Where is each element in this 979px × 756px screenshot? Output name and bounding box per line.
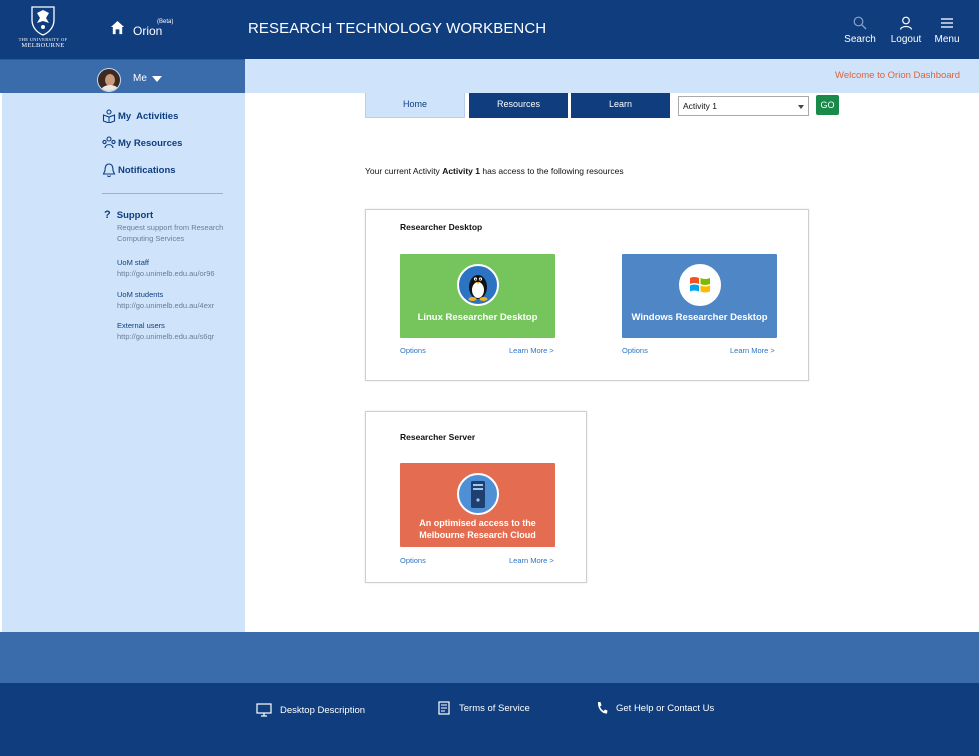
support-link-url[interactable]: http://go.unimelb.edu.au/4exr <box>117 301 214 310</box>
avatar[interactable] <box>97 68 121 92</box>
home-icon <box>110 20 125 35</box>
tile-label-line1: An optimised access to the <box>419 518 536 528</box>
user-bar <box>0 59 245 93</box>
logout-label: Logout <box>890 34 922 45</box>
document-icon <box>438 701 450 715</box>
linux-learn-more-link[interactable]: Learn More > <box>509 346 554 355</box>
beta-badge: (Beta) <box>157 19 174 25</box>
home-link[interactable] <box>110 20 125 35</box>
footer-band <box>0 632 979 683</box>
logo-text-line2: MELBOURNE <box>21 42 65 49</box>
resources-icon <box>102 136 116 149</box>
bell-icon <box>102 163 116 178</box>
support-title: Support <box>116 209 154 221</box>
tab-resources[interactable]: Resources <box>469 93 568 118</box>
activity-select-value: Activity 1 <box>683 101 718 111</box>
linux-tux-icon <box>457 264 499 306</box>
footer-terms-of-service[interactable]: Terms of Service <box>437 701 530 715</box>
footer-link-label: Terms of Service <box>459 702 530 714</box>
sidebar-item-resources[interactable]: My Resources <box>102 136 182 150</box>
university-logo[interactable]: THE UNIVERSITY OF MELBOURNE <box>18 6 68 52</box>
footer-desktop-description[interactable]: Desktop Description <box>256 703 365 717</box>
activity-summary-suffix: has access to the following resources <box>482 166 624 176</box>
server-icon <box>457 473 499 515</box>
user-name[interactable]: Me <box>133 73 147 84</box>
user-icon <box>899 16 913 30</box>
windows-desktop-tile[interactable]: Windows Researcher Desktop <box>622 254 777 338</box>
windows-learn-more-link[interactable]: Learn More > <box>730 346 775 355</box>
monitor-icon <box>256 703 272 717</box>
footer-link-label: Desktop Description <box>280 704 366 716</box>
crest-icon <box>31 6 55 36</box>
sidebar-divider <box>102 193 223 194</box>
tile-label: Windows Researcher Desktop <box>631 312 768 323</box>
menu-label: Menu <box>934 34 960 45</box>
windows-options-link[interactable]: Options <box>622 346 648 355</box>
support-description: Request support from Research Computing … <box>117 223 224 243</box>
search-button[interactable]: Search <box>835 16 885 45</box>
footer-link-label: Get Help or Contact Us <box>616 702 715 714</box>
support-link-url[interactable]: http://go.unimelb.edu.au/or96 <box>117 269 215 278</box>
sidebar-item-label: My Resources <box>118 137 183 149</box>
cloud-options-link[interactable]: Options <box>400 556 426 565</box>
hamburger-icon <box>941 18 953 28</box>
menu-button[interactable]: Menu <box>922 16 972 45</box>
research-cloud-tile[interactable]: An optimised access to the Melbourne Res… <box>400 463 555 547</box>
activity-select[interactable]: Activity 1 <box>678 96 809 116</box>
footer-contact[interactable]: Get Help or Contact Us <box>596 701 714 715</box>
support-link-label: External users <box>117 321 165 330</box>
search-label: Search <box>844 34 876 45</box>
activity-summary-name: Activity 1 <box>442 166 480 176</box>
support-link-url[interactable]: http://go.unimelb.edu.au/s6qr <box>117 332 214 341</box>
tile-label: Linux Researcher Desktop <box>417 312 538 323</box>
chevron-down-icon[interactable] <box>152 76 162 82</box>
brand-name[interactable]: Orion <box>133 24 162 38</box>
tile-label-line2: Melbourne Research Cloud <box>419 530 536 540</box>
phone-icon <box>597 702 608 714</box>
sidebar-item-notifications[interactable]: Notifications <box>102 163 176 178</box>
windows-logo-icon <box>679 264 721 306</box>
tab-home[interactable]: Home <box>365 93 465 118</box>
linux-desktop-tile[interactable]: Linux Researcher Desktop <box>400 254 555 338</box>
sidebar-item-label: My Activities <box>118 110 179 122</box>
activity-summary-prefix: Your current Activity <box>365 166 440 176</box>
welcome-message: Welcome to Orion Dashboard <box>835 70 960 81</box>
panel-title: Researcher Server <box>400 432 476 442</box>
activities-icon <box>102 109 116 123</box>
linux-options-link[interactable]: Options <box>400 346 426 355</box>
chevron-down-icon <box>798 105 804 109</box>
activity-summary: Your current Activity Activity 1 has acc… <box>365 166 624 176</box>
search-icon <box>853 16 867 30</box>
cloud-learn-more-link[interactable]: Learn More > <box>509 556 554 565</box>
tab-learn[interactable]: Learn <box>571 93 670 118</box>
sidebar-item-label: Notifications <box>118 165 176 176</box>
footer: Desktop Description Terms of Service Get… <box>0 683 979 756</box>
question-icon: ? <box>104 209 111 221</box>
sidebar-item-activities[interactable]: My Activities <box>102 109 178 123</box>
support-link-label: UoM students <box>117 290 164 299</box>
support-link-label: UoM staff <box>117 258 149 267</box>
go-button[interactable]: GO <box>816 95 839 115</box>
support-heading[interactable]: ? Support <box>104 209 153 221</box>
top-header: THE UNIVERSITY OF MELBOURNE Orion (Beta)… <box>0 0 979 59</box>
panel-title: Researcher Desktop <box>400 222 483 232</box>
page-title: RESEARCH TECHNOLOGY WORKBENCH <box>248 20 547 37</box>
